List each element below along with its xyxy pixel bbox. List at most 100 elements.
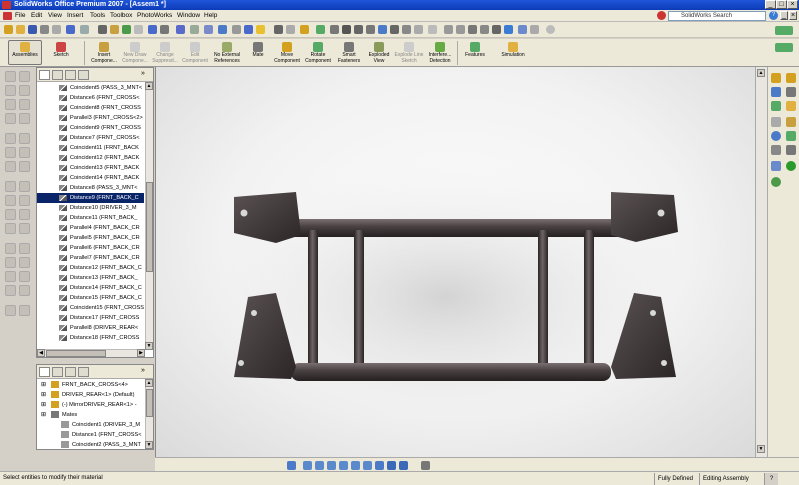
- explode-line-sketch-button[interactable]: Explode Line Sketch: [394, 39, 424, 67]
- mate-tree-item[interactable]: Distance10 (DRIVER_3_M: [37, 203, 144, 213]
- mate-tree-item[interactable]: Coincident11 (FRNT_BACK: [37, 143, 144, 153]
- strip-tool-icon[interactable]: [5, 133, 16, 144]
- strip-tool-icon[interactable]: [5, 257, 16, 268]
- grid-icon[interactable]: [204, 25, 213, 34]
- toolbox-icon[interactable]: [771, 117, 781, 127]
- undo-icon[interactable]: [66, 25, 75, 34]
- options-icon[interactable]: [134, 25, 143, 34]
- file-explorer-icon[interactable]: [771, 131, 781, 141]
- strip-tool-icon[interactable]: [5, 147, 16, 158]
- sketch-icon[interactable]: [300, 25, 309, 34]
- design-library-icon[interactable]: [771, 101, 781, 111]
- top-view-icon[interactable]: [351, 461, 360, 470]
- mate-tree-item[interactable]: Coincident5 (PASS_3_MNT<: [37, 83, 144, 93]
- strip-tool-icon[interactable]: [5, 99, 16, 110]
- gear-icon[interactable]: [274, 25, 283, 34]
- zoom-in-icon[interactable]: [354, 25, 363, 34]
- perspective-icon[interactable]: [504, 25, 513, 34]
- smart-fasteners-button[interactable]: Smart Fasteners: [334, 39, 364, 67]
- component-tree-item[interactable]: Coincident1 (DRIVER_3_M: [37, 420, 144, 430]
- expand-toggle-icon[interactable]: ⊞: [41, 380, 49, 390]
- front-view-icon[interactable]: [303, 461, 312, 470]
- change-suppression-button[interactable]: Change Suppresd...: [150, 39, 180, 67]
- expand-arrows-icon[interactable]: »: [141, 367, 145, 374]
- appearances-icon[interactable]: [771, 177, 781, 187]
- shaded-edges-icon[interactable]: [480, 25, 489, 34]
- strip-tool-icon[interactable]: [19, 147, 30, 158]
- dimxpert-tab-icon[interactable]: [78, 70, 89, 80]
- mate-tree-item[interactable]: Parallel8 (DRIVER_REAR<: [37, 323, 144, 333]
- window-icon[interactable]: [160, 25, 169, 34]
- task-tool-icon[interactable]: [786, 161, 796, 171]
- dimxpert-tab-icon[interactable]: [78, 367, 89, 377]
- mate-tree-item[interactable]: Distance8 (PASS_3_MNT<: [37, 183, 144, 193]
- tree-vertical-scrollbar[interactable]: ▲ ▼: [145, 82, 153, 350]
- hscroll-thumb[interactable]: [46, 350, 106, 357]
- dimetric-view-icon[interactable]: [399, 461, 408, 470]
- strip-tool-icon[interactable]: [5, 181, 16, 192]
- strip-tool-icon[interactable]: [19, 305, 30, 316]
- rotate-component-button[interactable]: Rotate Component: [303, 39, 333, 67]
- task-tool-icon[interactable]: [786, 131, 796, 141]
- task-tool-icon[interactable]: [786, 145, 796, 155]
- search-icon[interactable]: [657, 11, 666, 20]
- realview-icon[interactable]: [530, 25, 539, 34]
- task-scroll-down-button[interactable]: ▼: [757, 445, 765, 453]
- view-icon[interactable]: [190, 25, 199, 34]
- strip-tool-icon[interactable]: [19, 113, 30, 124]
- zoom-selection-icon[interactable]: [366, 25, 375, 34]
- strip-tool-icon[interactable]: [5, 71, 16, 82]
- property-manager-tab-icon[interactable]: [52, 70, 63, 80]
- rotate-view-icon[interactable]: [378, 25, 387, 34]
- close-button[interactable]: ×: [787, 0, 798, 9]
- vertical-tube-4[interactable]: [584, 230, 594, 375]
- shadows-icon[interactable]: [518, 25, 527, 34]
- mate-tree-item[interactable]: Distance14 (FRNT_BACK_C: [37, 283, 144, 293]
- assemblies-button[interactable]: Assemblies: [8, 39, 42, 67]
- mate-tree-item[interactable]: Distance6 (FRNT_CROSS<: [37, 93, 144, 103]
- exploded-view-button[interactable]: Exploded View: [365, 39, 393, 67]
- rear-cross-tube[interactable]: [291, 363, 611, 381]
- view-palette-icon[interactable]: [771, 161, 781, 171]
- strip-tool-icon[interactable]: [5, 195, 16, 206]
- mate-tree-item[interactable]: Distance17 (FRNT_CROSS: [37, 313, 144, 323]
- mate-tree-item[interactable]: Coincident13 (FRNT_BACK: [37, 163, 144, 173]
- strip-tool-icon[interactable]: [5, 209, 16, 220]
- strip-tool-icon[interactable]: [19, 257, 30, 268]
- toolbar-options-icon[interactable]: [775, 26, 793, 35]
- solidworks-logo-icon[interactable]: [2, 1, 11, 9]
- help-toolbar-icon[interactable]: [256, 25, 265, 34]
- component-tree-item[interactable]: Coincident2 (PASS_3_MNT: [37, 440, 144, 450]
- component-tree-item[interactable]: ⊞ (-) MirrorDRIVER_REAR<1> -: [37, 400, 144, 410]
- expand-arrows-icon[interactable]: »: [141, 70, 145, 77]
- zoom-icon[interactable]: [342, 25, 351, 34]
- mate-tree-item[interactable]: Coincident9 (FRNT_CROSS: [37, 123, 144, 133]
- search-pane-icon[interactable]: [771, 145, 781, 155]
- component-tree-item[interactable]: ⊞ Mates: [37, 410, 144, 420]
- bottom-view-icon[interactable]: [363, 461, 372, 470]
- home-icon[interactable]: [771, 73, 781, 83]
- reference-triad-icon[interactable]: [287, 461, 296, 470]
- menu-window[interactable]: Window: [177, 10, 200, 22]
- mate-tree-item[interactable]: Distance18 (FRNT_CROSS: [37, 333, 144, 343]
- feature-tree-tab-icon[interactable]: [39, 70, 50, 80]
- move-component-button[interactable]: Move Component: [272, 39, 302, 67]
- scroll-up-button[interactable]: ▲: [145, 82, 153, 90]
- new-part-button[interactable]: New Draw Compone...: [120, 39, 150, 67]
- doc-close-button[interactable]: ×: [789, 11, 797, 20]
- measure-icon[interactable]: [316, 25, 325, 34]
- zoom-fit-icon[interactable]: [286, 25, 295, 34]
- strip-tool-icon[interactable]: [19, 195, 30, 206]
- mate-tree-item[interactable]: Parallel4 (FRNT_BACK_CR: [37, 223, 144, 233]
- expand-toggle-icon[interactable]: ⊞: [41, 410, 49, 420]
- back-view-icon[interactable]: [315, 461, 324, 470]
- app-menu-icon[interactable]: [3, 12, 12, 20]
- cascade-icon[interactable]: [244, 25, 253, 34]
- front-cross-tube[interactable]: [276, 219, 636, 237]
- strip-tool-icon[interactable]: [5, 271, 16, 282]
- help-status-icon[interactable]: ?: [764, 473, 778, 485]
- strip-tool-icon[interactable]: [5, 223, 16, 234]
- strip-tool-icon[interactable]: [19, 243, 30, 254]
- trimetric-view-icon[interactable]: [387, 461, 396, 470]
- menu-tools[interactable]: Tools: [90, 10, 105, 22]
